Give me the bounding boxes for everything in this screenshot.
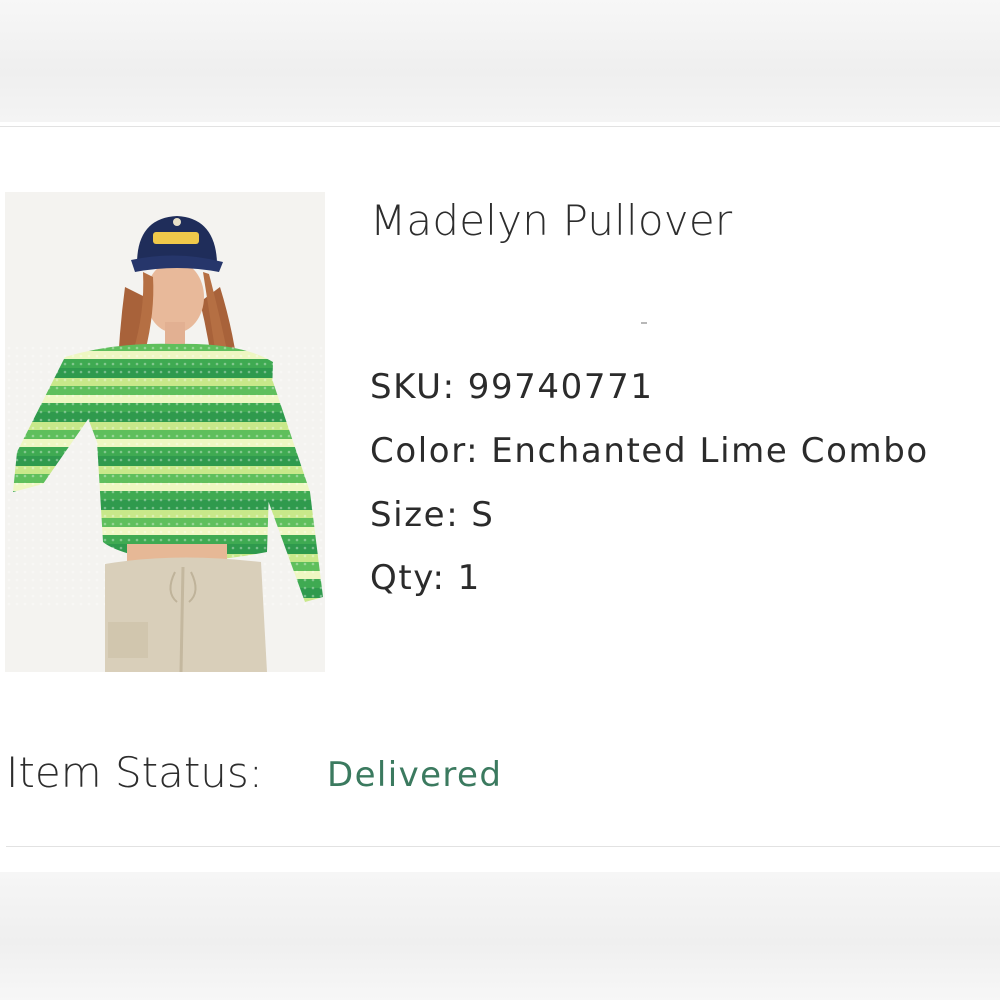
header-blur-region bbox=[0, 0, 1000, 122]
sku-value: 99740771 bbox=[467, 367, 654, 407]
product-photo-illustration bbox=[5, 192, 325, 672]
detail-color: Color: Enchanted Lime Combo bbox=[370, 431, 929, 471]
product-title[interactable]: Madelyn Pullover bbox=[370, 196, 732, 245]
item-status-value: Delivered bbox=[327, 755, 503, 795]
size-label: Size: bbox=[370, 495, 460, 535]
detail-size: Size: S bbox=[370, 495, 494, 535]
detail-sku: SKU: 99740771 bbox=[370, 367, 654, 407]
footer-blur-region bbox=[0, 872, 1000, 1000]
size-value: S bbox=[471, 495, 495, 535]
qty-label: Qty: bbox=[370, 558, 446, 598]
sku-label: SKU: bbox=[370, 367, 456, 407]
color-value: Enchanted Lime Combo bbox=[491, 431, 929, 471]
bottom-divider bbox=[6, 846, 1000, 847]
top-divider bbox=[0, 126, 1000, 127]
color-label: Color: bbox=[370, 431, 480, 471]
order-item-page: Madelyn Pullover SKU: 99740771 Color: Ench… bbox=[0, 0, 1000, 1000]
product-image[interactable] bbox=[5, 192, 325, 672]
item-status-label: Item Status: bbox=[6, 748, 263, 797]
detail-qty: Qty: 1 bbox=[370, 558, 481, 598]
separator-dot bbox=[641, 322, 647, 324]
qty-value: 1 bbox=[457, 558, 481, 598]
